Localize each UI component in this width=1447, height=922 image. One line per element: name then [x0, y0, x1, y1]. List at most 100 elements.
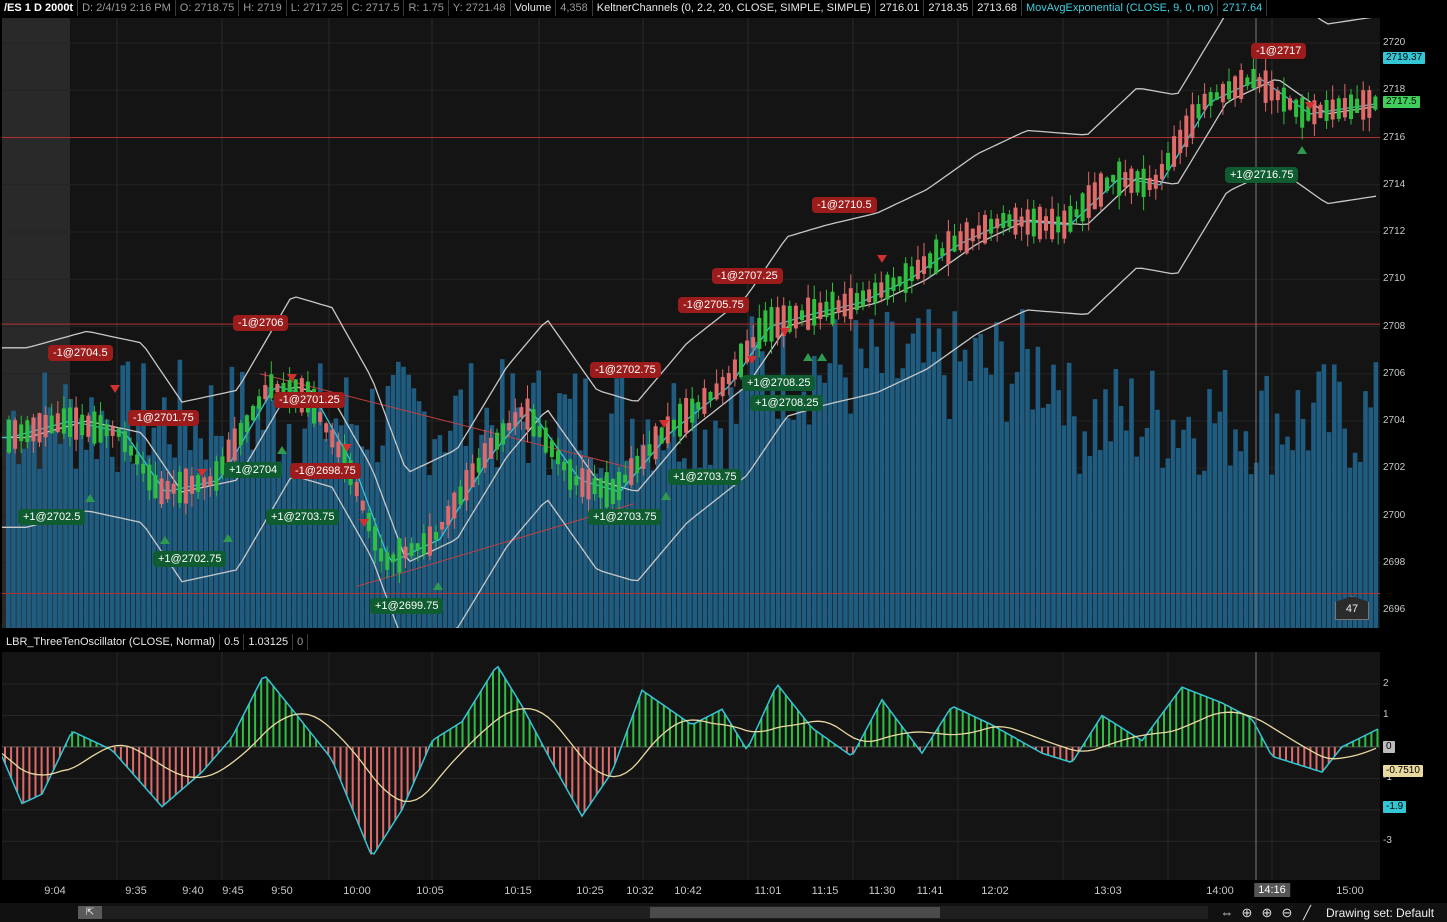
volume-bar: [364, 449, 370, 628]
price-axis[interactable]: 2720 2718 2716 2714 2712 2710 2708 2706 2704 2702…: [1381, 18, 1447, 630]
volume-bar: [744, 387, 749, 628]
candle-body: [885, 274, 890, 300]
volume-bar: [468, 363, 474, 628]
candle-body: [55, 413, 60, 433]
price-chart-panel[interactable]: [2, 18, 1380, 628]
volume-bar: [193, 412, 198, 628]
candle-body: [49, 415, 54, 434]
candle-body: [98, 415, 103, 443]
candle-body: [793, 305, 798, 329]
sell-trade-tag[interactable]: -1@2704.5: [48, 345, 113, 361]
volume-bar: [1020, 309, 1025, 628]
volume-bar: [968, 381, 973, 628]
candle-body: [678, 403, 682, 437]
volume-bar: [1056, 390, 1061, 628]
buy-trade-tag[interactable]: +1@2704: [224, 462, 283, 478]
sell-trade-tag[interactable]: -1@2698.75: [290, 463, 361, 479]
candle-body: [275, 383, 280, 393]
candle-body: [745, 340, 750, 363]
price-chart-svg: [2, 18, 1380, 628]
candle-body: [1190, 104, 1195, 139]
candle-body: [995, 218, 1000, 229]
candle-body: [1342, 97, 1347, 118]
draw-line-icon[interactable]: ╱: [1298, 904, 1316, 921]
volume-bar: [1160, 467, 1165, 628]
volume-bar: [1004, 421, 1009, 628]
crosshair-icon[interactable]: ⊕: [1238, 904, 1256, 921]
volume-bar: [1072, 416, 1077, 628]
candle-body: [1196, 103, 1201, 119]
oscillator-tick-label: -3: [1383, 835, 1392, 847]
buy-trade-tag[interactable]: +1@2703.75: [668, 469, 742, 485]
candle-body: [861, 290, 865, 307]
time-tick-label: 11:01: [754, 885, 782, 897]
drawing-set-label[interactable]: Drawing set: Default: [1326, 906, 1434, 920]
candle-body: [1233, 76, 1238, 99]
horizontal-scrollbar[interactable]: [78, 906, 1208, 919]
sell-trade-tag[interactable]: -1@2702.75: [590, 362, 661, 378]
oscillator-study-label[interactable]: LBR_ThreeTenOscillator (CLOSE, Normal): [2, 634, 221, 650]
candle-body: [1123, 172, 1128, 188]
candle-body: [177, 471, 182, 503]
oscillator-axis[interactable]: 210-1-2-30-0.7510-1.9: [1381, 652, 1447, 880]
ema-study-label[interactable]: MovAvgExponential (CLOSE, 9, 0, no): [1022, 0, 1219, 16]
oscillator-value-flag: -0.7510: [1383, 764, 1423, 777]
buy-trade-tag[interactable]: +1@2699.75: [370, 598, 444, 614]
candle-body: [1019, 216, 1024, 227]
candle-body: [1159, 164, 1164, 180]
keltner-study-label[interactable]: KeltnerChannels (0, 2.2, 20, CLOSE, SIMP…: [593, 0, 876, 16]
volume-bar: [1103, 389, 1108, 628]
volume-bar: [1300, 418, 1306, 628]
volume-bar: [775, 418, 781, 628]
sell-trade-tag[interactable]: -1@2710.5: [812, 197, 877, 213]
sell-trade-tag[interactable]: -1@2701.25: [274, 392, 345, 408]
volume-bar: [1035, 346, 1041, 628]
sell-trade-tag[interactable]: -1@2706: [233, 315, 289, 331]
volume-bar: [1176, 447, 1181, 628]
volume-bar: [780, 322, 786, 628]
scrollbar-thumb[interactable]: [650, 907, 940, 918]
volume-study-label[interactable]: Volume: [511, 0, 557, 16]
volume-bar: [926, 309, 931, 628]
volume-bar: [1337, 381, 1342, 628]
buy-trade-tag[interactable]: +1@2702.5: [18, 509, 86, 525]
volume-bar: [1196, 474, 1202, 628]
volume-bar: [1082, 431, 1087, 628]
candle-body: [7, 419, 11, 453]
buy-trade-tag[interactable]: +1@2702.75: [153, 551, 227, 567]
volume-bar: [858, 348, 864, 628]
volume-bar: [255, 405, 261, 628]
scroll-left-icon[interactable]: ⇱: [78, 906, 102, 919]
sell-trade-tag[interactable]: -1@2717: [1251, 43, 1307, 59]
zoom-in-icon[interactable]: ⊕: [1258, 904, 1276, 921]
keltner-value-3: 2713.68: [973, 0, 1022, 16]
volume-bar: [546, 475, 552, 628]
time-axis[interactable]: 9:04 9:35 9:40 9:45 9:50 10:00 10:05 10:15 10:25…: [0, 881, 1380, 901]
expand-icon[interactable]: ⇔: [1218, 904, 1236, 921]
buy-trade-tag[interactable]: +1@2708.25: [750, 395, 824, 411]
sell-trade-tag[interactable]: -1@2705.75: [678, 297, 749, 313]
buy-trade-tag[interactable]: +1@2708.25: [742, 375, 816, 391]
candle-body: [1300, 97, 1305, 128]
symbol-label[interactable]: /ES 1 D 2000t: [0, 0, 79, 16]
candle-body: [629, 458, 634, 485]
candle-body: [1031, 208, 1036, 237]
volume-bar: [957, 361, 963, 628]
candle-body: [1044, 216, 1048, 231]
sell-trade-tag[interactable]: -1@2707.25: [712, 268, 783, 284]
buy-trade-tag[interactable]: +1@2703.75: [266, 509, 340, 525]
buy-trade-tag[interactable]: +1@2703.75: [588, 509, 662, 525]
candle-body: [397, 538, 402, 573]
candle-body: [330, 429, 335, 448]
volume-bar: [983, 367, 989, 628]
candle-body: [928, 253, 933, 269]
volume-bar: [619, 376, 625, 628]
candle-body: [159, 478, 164, 505]
sell-trade-tag[interactable]: -1@2701.75: [128, 410, 199, 426]
volume-bar: [1217, 411, 1223, 628]
time-tick-label: 10:25: [576, 885, 604, 897]
buy-trade-tag[interactable]: +1@2716.75: [1225, 167, 1299, 183]
zoom-out-icon[interactable]: ⊖: [1278, 904, 1296, 921]
candle-body: [251, 405, 255, 421]
oscillator-panel[interactable]: [2, 652, 1380, 880]
